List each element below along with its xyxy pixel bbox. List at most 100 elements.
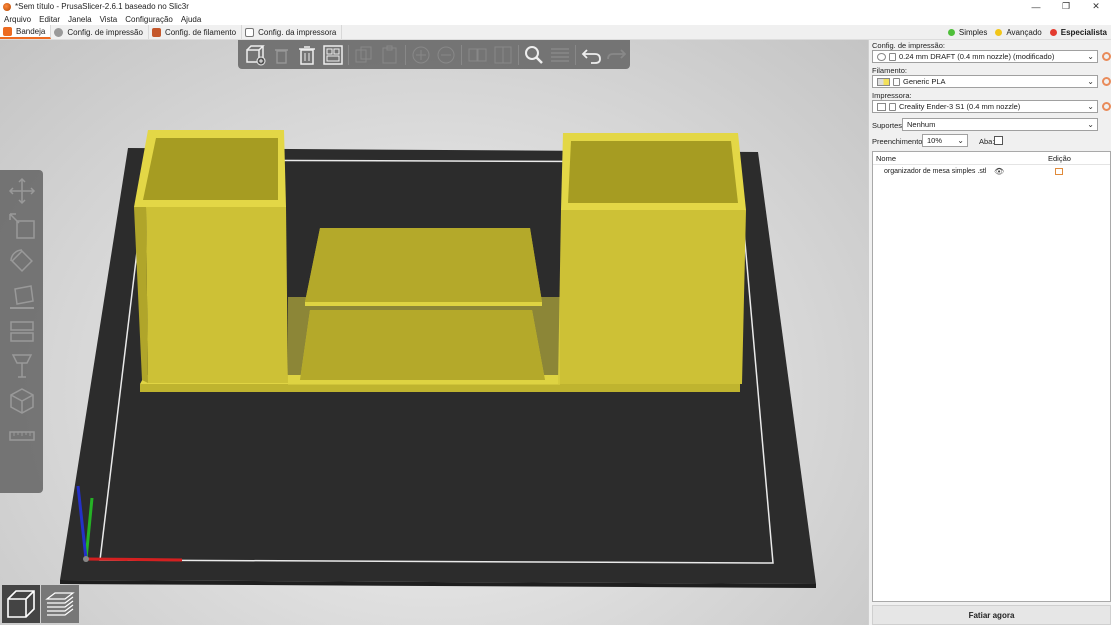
x-axis — [85, 557, 183, 562]
tab-printer-settings-label: Config. da impressora — [258, 27, 337, 37]
redo-button[interactable] — [604, 42, 630, 68]
menu-arquivo[interactable]: Arquivo — [0, 15, 35, 24]
left-box-inner — [143, 138, 278, 200]
support-paint-button[interactable] — [4, 349, 40, 383]
left-box-front — [146, 207, 288, 383]
restore-button[interactable]: ❐ — [1051, 0, 1081, 13]
scale-icon — [8, 213, 35, 239]
mode-expert[interactable]: Especialista — [1049, 28, 1107, 37]
edit-icon[interactable] — [1055, 168, 1063, 175]
arrange-button[interactable] — [320, 42, 346, 68]
eye-icon[interactable]: 👁 — [994, 167, 1004, 176]
layers-editing-button[interactable] — [547, 42, 573, 68]
support-paint-icon — [11, 354, 32, 378]
ruler-icon — [8, 431, 35, 441]
object-name: organizador de mesa simples .stl — [884, 168, 987, 175]
remove-instance-button[interactable] — [434, 42, 460, 68]
add-instance-button[interactable] — [408, 42, 434, 68]
paste-button[interactable] — [377, 42, 403, 68]
menu-bar: Arquivo Editar Janela Vista Configuração… — [0, 13, 1111, 25]
printer-edit-icon[interactable] — [1102, 102, 1111, 111]
print-settings-combo[interactable]: 0.24 mm DRAFT (0.4 mm nozzle) (modificad… — [872, 50, 1098, 63]
view-toggle — [2, 585, 80, 623]
brim-checkbox[interactable] — [994, 136, 1003, 145]
object-list-header: Nome Edição — [873, 152, 1110, 165]
right-box-inner — [568, 141, 738, 203]
chevron-down-icon: ⌄ — [957, 136, 964, 145]
title-bar: *Sem título - PrusaSlicer-2.6.1 baseado … — [0, 0, 1111, 13]
place-on-face-button[interactable] — [4, 279, 40, 313]
minus-circle-icon — [437, 46, 455, 63]
close-button[interactable]: ✕ — [1081, 0, 1111, 13]
arrange-icon — [323, 44, 343, 65]
yellow-dot-icon — [995, 29, 1003, 36]
trash-icon — [298, 45, 315, 65]
object-list: Nome Edição organizador de mesa simples … — [872, 151, 1111, 602]
mode-simple[interactable]: Simples — [947, 28, 987, 37]
infill-label: Preenchimento: — [872, 137, 925, 146]
tab-printer-settings[interactable]: Config. da impressora — [242, 25, 343, 39]
filament-edit-icon[interactable] — [1102, 77, 1111, 86]
slice-now-button[interactable]: Fatiar agora — [872, 605, 1111, 625]
move-icon — [8, 177, 35, 205]
tab-plater-label: Bandeja — [16, 26, 46, 36]
measure-tool-button[interactable] — [4, 419, 40, 453]
menu-ajuda[interactable]: Ajuda — [177, 15, 205, 24]
tab-plater[interactable]: Bandeja — [0, 25, 52, 39]
tab-print-settings[interactable]: Config. de impressão — [51, 25, 149, 39]
menu-vista[interactable]: Vista — [96, 15, 122, 24]
cut-tool-button[interactable] — [4, 314, 40, 348]
tab-filament-settings-label: Config. de filamento — [164, 27, 237, 37]
object-row[interactable]: organizador de mesa simples .stl 👁 — [873, 166, 1110, 178]
layers-preview-icon — [45, 592, 75, 616]
3d-view-canvas[interactable] — [0, 40, 868, 625]
infill-value: 10% — [927, 136, 943, 145]
add-object-button[interactable] — [242, 42, 268, 68]
mode-advanced[interactable]: Avançado — [995, 28, 1042, 37]
minimize-button[interactable]: — — [1021, 0, 1051, 13]
paste-icon — [382, 45, 397, 63]
print-settings-edit-icon[interactable] — [1102, 52, 1111, 61]
3d-view-button[interactable] — [2, 585, 40, 623]
print-settings-value: 0.24 mm DRAFT (0.4 mm nozzle) (modificad… — [899, 52, 1055, 61]
copy-button[interactable] — [351, 42, 377, 68]
rotate-icon — [9, 249, 33, 272]
preview-button[interactable] — [41, 585, 79, 623]
search-button[interactable] — [521, 42, 547, 68]
plater-icon — [3, 26, 12, 36]
seam-paint-button[interactable] — [4, 384, 40, 418]
filament-combo[interactable]: Generic PLA ⌄ — [872, 75, 1098, 88]
undo-icon — [581, 48, 601, 64]
print-settings-label: Config. de impressão: — [872, 41, 945, 50]
split-objects-button[interactable] — [464, 42, 490, 68]
undo-button[interactable] — [578, 42, 604, 68]
menu-configuracao[interactable]: Configuração — [121, 15, 177, 24]
infill-combo[interactable]: 10% ⌄ — [922, 134, 968, 147]
supports-combo[interactable]: Nenhum ⌄ — [902, 118, 1098, 131]
scale-tool-button[interactable] — [4, 209, 40, 243]
lock-icon — [889, 52, 896, 61]
chevron-down-icon: ⌄ — [1087, 102, 1094, 111]
search-icon — [525, 45, 544, 64]
delete-button[interactable] — [268, 42, 294, 68]
spool-icon — [151, 27, 161, 37]
copy-icon — [355, 46, 372, 62]
chevron-down-icon: ⌄ — [1087, 77, 1094, 86]
rotate-tool-button[interactable] — [4, 244, 40, 278]
split-parts-button[interactable] — [490, 42, 516, 68]
split-objects-icon — [468, 48, 487, 61]
lock-icon — [889, 102, 896, 111]
menu-janela[interactable]: Janela — [64, 15, 96, 24]
layers-icon — [551, 47, 570, 62]
green-dot-icon — [947, 29, 955, 36]
split-parts-icon — [494, 46, 512, 63]
menu-editar[interactable]: Editar — [35, 15, 64, 24]
tab-filament-settings[interactable]: Config. de filamento — [149, 25, 243, 39]
printer-value: Creality Ender-3 S1 (0.4 mm nozzle) — [899, 102, 1021, 111]
filament-label: Filamento: — [872, 66, 908, 75]
delete-all-button[interactable] — [294, 42, 320, 68]
gear-icon — [877, 52, 886, 61]
column-edit: Edição — [1048, 154, 1071, 163]
move-tool-button[interactable] — [4, 174, 40, 208]
printer-combo[interactable]: Creality Ender-3 S1 (0.4 mm nozzle) ⌄ — [872, 100, 1098, 113]
